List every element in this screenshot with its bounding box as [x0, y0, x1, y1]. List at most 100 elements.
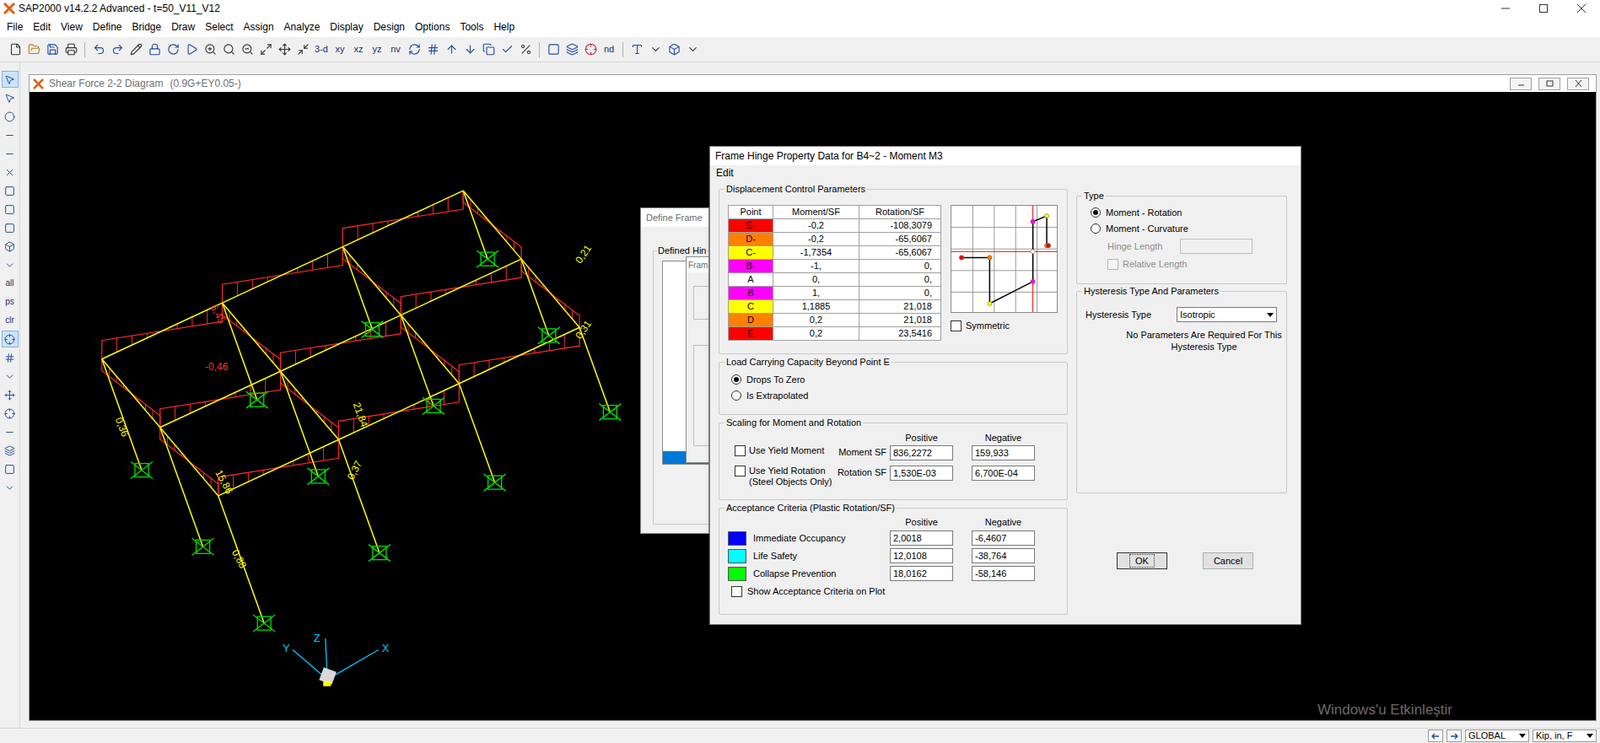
rotation-cell[interactable]: 21,018	[859, 300, 942, 314]
side-tool-button[interactable]	[1, 70, 19, 88]
coord-system-select[interactable]: GLOBAL	[1465, 729, 1530, 743]
toolbar-button[interactable]	[145, 41, 163, 59]
toolbar-button[interactable]	[628, 41, 646, 59]
yield-checkbox-row[interactable]: Use Yield Moment	[734, 445, 830, 457]
rotation-cell[interactable]: 23,5416	[859, 327, 942, 341]
checkbox[interactable]	[731, 586, 743, 598]
menu-item[interactable]: Define	[87, 20, 128, 34]
moment-cell[interactable]: -1,7354	[773, 246, 860, 260]
text-field[interactable]: -38,764	[971, 548, 1035, 564]
beam[interactable]	[458, 327, 580, 384]
toolbar-button[interactable]	[62, 41, 80, 59]
menu-item[interactable]: Tools	[454, 20, 489, 34]
side-tool-button[interactable]	[1, 423, 19, 441]
toolbar-button[interactable]	[25, 41, 43, 59]
show-criteria-checkbox-row[interactable]: Show Acceptance Criteria on Plot	[727, 585, 1067, 598]
beam[interactable]	[222, 302, 281, 372]
toolbar-button[interactable]	[544, 41, 562, 59]
menu-item[interactable]: View	[55, 20, 88, 34]
toolbar-button[interactable]	[6, 41, 24, 59]
side-tool-button[interactable]	[1, 182, 19, 200]
radio-option[interactable]: Is Extrapolated	[731, 389, 1067, 402]
moment-cell[interactable]: 0,2	[773, 327, 860, 341]
view-control-button[interactable]	[1538, 77, 1561, 91]
hinge-points-table[interactable]: PointMoment/SFRotation/SFE--0,2-108,3079…	[727, 204, 942, 341]
menu-item[interactable]: Analyze	[279, 20, 326, 34]
side-tool-button[interactable]	[1, 479, 19, 496]
side-tool-button[interactable]	[1, 200, 19, 218]
column[interactable]	[280, 371, 319, 477]
rotation-cell[interactable]: -65,6067	[859, 232, 942, 247]
beam[interactable]	[280, 315, 402, 372]
toolbar-button[interactable]	[479, 41, 497, 59]
side-tool-button[interactable]	[1, 330, 19, 348]
column[interactable]	[339, 439, 380, 553]
cancel-button[interactable]: Cancel	[1202, 552, 1254, 570]
menu-item[interactable]: File	[1, 20, 28, 34]
beam[interactable]	[280, 371, 340, 440]
beam[interactable]	[342, 247, 401, 316]
rotation-cell[interactable]: -65,6067	[859, 246, 942, 260]
column[interactable]	[521, 258, 550, 336]
radio[interactable]	[1090, 223, 1101, 234]
side-tool-button[interactable]	[1, 237, 19, 255]
moment-cell[interactable]: -0,2	[773, 232, 860, 247]
menu-item[interactable]: Edit	[27, 20, 56, 34]
text-field[interactable]: 836,2272	[889, 445, 954, 461]
column[interactable]	[400, 315, 434, 407]
side-tool-button[interactable]	[1, 349, 19, 367]
toolbar-button[interactable]	[405, 41, 423, 59]
side-tool-button[interactable]	[1, 145, 19, 162]
radio-option[interactable]: Moment - Rotation	[1090, 206, 1287, 219]
beam[interactable]	[222, 247, 344, 304]
text-field[interactable]: 18,0162	[889, 565, 954, 582]
side-tool-button[interactable]	[1, 89, 19, 107]
beam[interactable]	[400, 315, 459, 384]
side-tool-button[interactable]	[1, 367, 19, 385]
text-field[interactable]: -6,4607	[971, 530, 1035, 546]
side-tool-button[interactable]	[1, 126, 19, 144]
relative-length-checkbox-row[interactable]: Relative Length	[1090, 258, 1287, 270]
side-tool-button[interactable]	[1, 441, 19, 459]
text-field[interactable]: 12,0108	[889, 548, 954, 564]
rotation-cell[interactable]: 21,018	[859, 313, 942, 328]
moment-cell[interactable]: -0,2	[773, 219, 860, 233]
minimize-button[interactable]	[1486, 0, 1525, 17]
text-field[interactable]: 1,530E-03	[889, 465, 954, 481]
menu-item[interactable]: Display	[324, 20, 368, 34]
column[interactable]	[463, 190, 488, 259]
toolbar-button[interactable]	[294, 41, 312, 59]
text-field[interactable]	[1179, 238, 1253, 254]
text-field[interactable]: 159,933	[971, 445, 1035, 461]
units-select[interactable]: Kip, in, F	[1532, 729, 1597, 743]
toolbar-button[interactable]	[442, 41, 460, 59]
checkbox[interactable]	[734, 465, 746, 477]
text-field[interactable]: -58,146	[971, 565, 1035, 582]
rotation-cell[interactable]: 0,	[859, 273, 942, 287]
side-tool-button[interactable]: all	[0, 274, 20, 292]
toolbar-button[interactable]	[424, 41, 442, 59]
toolbar-button[interactable]	[183, 41, 200, 59]
beam[interactable]	[463, 190, 522, 259]
menu-item[interactable]: Help	[488, 20, 520, 34]
beam[interactable]	[342, 190, 464, 248]
toolbar-button[interactable]	[275, 41, 293, 59]
radio-option[interactable]: Moment - Curvature	[1090, 222, 1287, 235]
side-tool-button[interactable]	[1, 219, 19, 237]
beam[interactable]	[521, 258, 580, 328]
moment-cell[interactable]: 0,2	[773, 313, 860, 328]
radio[interactable]	[1090, 207, 1101, 218]
toolbar-view-button[interactable]: 3-d	[312, 41, 330, 59]
moment-cell[interactable]: 1,	[773, 286, 860, 301]
beam[interactable]	[102, 302, 223, 360]
side-tool-button[interactable]	[1, 256, 19, 274]
toolbar-button[interactable]	[238, 41, 256, 59]
toolbar-view-button[interactable]: nd	[600, 41, 618, 59]
toolbar-button[interactable]	[563, 41, 581, 59]
side-tool-button[interactable]: clr	[0, 312, 20, 329]
radio-option[interactable]: Drops To Zero	[731, 373, 1067, 386]
menu-item[interactable]: Bridge	[127, 20, 168, 34]
toolbar-button[interactable]	[665, 41, 683, 59]
toolbar-view-button[interactable]: yz	[368, 41, 386, 59]
checkbox[interactable]	[1107, 258, 1119, 270]
